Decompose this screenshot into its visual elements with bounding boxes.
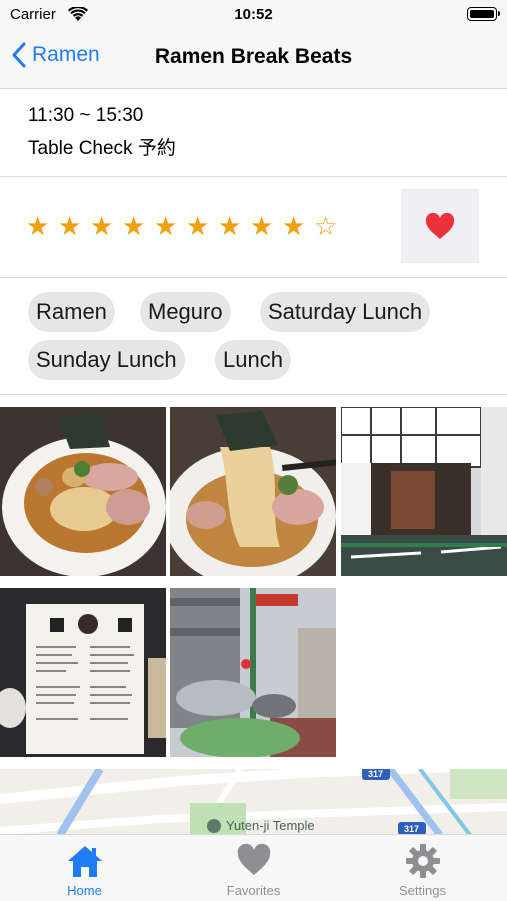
tab-favorites[interactable]: Favorites	[169, 835, 338, 901]
photo-grid	[0, 407, 507, 757]
star-filled-icon[interactable]: ★	[186, 211, 218, 241]
tag-meguro[interactable]: Meguro	[140, 292, 231, 332]
tag-saturday-lunch[interactable]: Saturday Lunch	[260, 292, 431, 332]
navigation-bar: Ramen Ramen Break Beats	[0, 30, 507, 89]
star-filled-icon[interactable]: ★	[90, 211, 122, 241]
tab-favorites-label: Favorites	[226, 883, 281, 898]
route-number: 317	[404, 824, 419, 834]
tab-bar: Home Favorites Settings	[0, 834, 507, 901]
gear-icon	[406, 844, 440, 878]
opening-hours: 11:30 ~ 15:30	[28, 105, 144, 126]
tab-home-label: Home	[67, 883, 102, 898]
tab-settings-label: Settings	[399, 883, 446, 898]
status-bar: Carrier 10:52	[0, 0, 507, 30]
hours-section: 11:30 ~ 15:30 Table Check 予約	[0, 89, 507, 177]
temple-marker-icon	[207, 819, 221, 833]
photo-shop-exterior[interactable]	[341, 407, 507, 576]
star-empty-icon[interactable]: ☆	[314, 211, 346, 241]
status-time: 10:52	[234, 6, 273, 23]
map-place-label: Yuten-ji Temple	[226, 818, 315, 833]
house-icon	[68, 846, 102, 877]
heart-icon	[425, 212, 455, 239]
photo-street-queue[interactable]	[170, 588, 336, 757]
booking-info: Table Check 予約	[28, 138, 176, 159]
map-view[interactable]: Yuten-ji Temple 317 317	[0, 769, 507, 835]
photo-ramen-bowl[interactable]	[0, 407, 166, 576]
battery-icon	[467, 7, 500, 21]
star-filled-icon[interactable]: ★	[282, 211, 314, 241]
star-filled-icon[interactable]: ★	[154, 211, 186, 241]
photo-ramen-noodles[interactable]	[170, 407, 336, 576]
tab-settings[interactable]: Settings	[338, 835, 507, 901]
star-filled-icon[interactable]: ★	[250, 211, 282, 241]
star-filled-icon[interactable]: ★	[26, 211, 58, 241]
star-rating[interactable]: ★ ★ ★ ★ ★ ★ ★ ★ ★ ☆	[26, 211, 346, 241]
tab-home[interactable]: Home	[0, 835, 169, 901]
page-title: Ramen Break Beats	[154, 45, 353, 68]
tag-ramen[interactable]: Ramen	[28, 292, 115, 332]
tags-section: Ramen Meguro Saturday Lunch Sunday Lunch…	[0, 278, 507, 395]
favorite-button[interactable]	[401, 189, 479, 263]
rating-section: ★ ★ ★ ★ ★ ★ ★ ★ ★ ☆	[0, 177, 507, 278]
tag-lunch[interactable]: Lunch	[215, 340, 291, 380]
heart-icon	[237, 843, 271, 875]
photo-menu-board[interactable]	[0, 588, 166, 757]
star-filled-icon[interactable]: ★	[58, 211, 90, 241]
route-number: 317	[368, 769, 383, 779]
star-filled-icon[interactable]: ★	[218, 211, 250, 241]
star-filled-icon[interactable]: ★	[122, 211, 154, 241]
tag-sunday-lunch[interactable]: Sunday Lunch	[28, 340, 185, 380]
